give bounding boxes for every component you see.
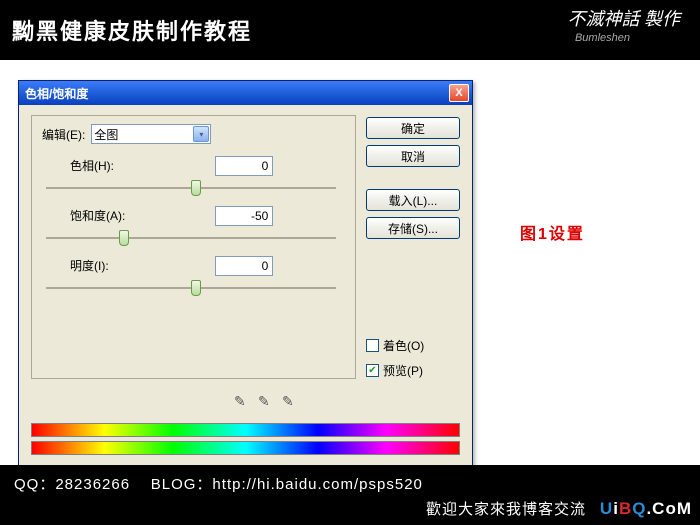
welcome-text: 歡迎大家來我博客交流 — [14, 498, 686, 519]
saturation-input[interactable]: -50 — [215, 206, 273, 226]
saturation-row: 饱和度(A): -50 — [42, 206, 345, 226]
lightness-input[interactable]: 0 — [215, 256, 273, 276]
author-logo: 不滅神話 製作 — [568, 5, 681, 31]
eyedropper-minus-icon[interactable]: ✎ — [282, 393, 298, 413]
close-button[interactable]: X — [449, 84, 469, 102]
hue-saturation-dialog: 色相/饱和度 X 编辑(E): 全图 ▾ 色相(H): 0 饱和度(A): — [18, 80, 473, 472]
chevron-down-icon: ▾ — [193, 126, 209, 142]
gradient-before — [31, 423, 460, 437]
preview-checkbox[interactable]: ✔ — [366, 364, 379, 377]
dialog-titlebar[interactable]: 色相/饱和度 X — [19, 81, 472, 105]
button-column: 确定 取消 载入(L)... 存储(S)... 着色(O) ✔ 预览(P) — [366, 115, 460, 379]
lightness-thumb[interactable] — [191, 280, 201, 296]
hue-label: 色相(H): — [70, 157, 160, 174]
lightness-label: 明度(I): — [70, 257, 160, 274]
dialog-title: 色相/饱和度 — [25, 85, 88, 102]
colorize-row[interactable]: 着色(O) — [366, 337, 460, 354]
lightness-slider[interactable] — [46, 280, 336, 296]
top-banner: 黝黑健康皮肤制作教程 不滅神話 製作 Bumleshen — [0, 0, 700, 60]
bottom-banner: QQ：28236266 BLOG：http://hi.baidu.com/psp… — [0, 465, 700, 525]
author-logo-sub: Bumleshen — [575, 32, 630, 44]
controls-fieldset: 编辑(E): 全图 ▾ 色相(H): 0 饱和度(A): -50 — [31, 115, 356, 379]
edit-label: 编辑(E): — [42, 126, 85, 143]
cancel-button[interactable]: 取消 — [366, 145, 460, 167]
edit-value: 全图 — [94, 126, 118, 143]
hue-thumb[interactable] — [191, 180, 201, 196]
save-button[interactable]: 存储(S)... — [366, 217, 460, 239]
colorize-label: 着色(O) — [383, 337, 424, 354]
load-button[interactable]: 载入(L)... — [366, 189, 460, 211]
gradient-preview — [19, 421, 472, 471]
edit-dropdown[interactable]: 全图 ▾ — [91, 124, 211, 144]
hue-row: 色相(H): 0 — [42, 156, 345, 176]
qq-text: QQ：28236266 — [14, 476, 130, 493]
blog-text: BLOG：http://hi.baidu.com/psps520 — [151, 476, 423, 493]
eyedropper-plus-icon[interactable]: ✎ — [258, 393, 274, 413]
saturation-label: 饱和度(A): — [70, 207, 160, 224]
preview-row[interactable]: ✔ 预览(P) — [366, 362, 460, 379]
saturation-thumb[interactable] — [119, 230, 129, 246]
colorize-checkbox[interactable] — [366, 339, 379, 352]
content-area: 色相/饱和度 X 编辑(E): 全图 ▾ 色相(H): 0 饱和度(A): — [0, 60, 700, 465]
dialog-body: 编辑(E): 全图 ▾ 色相(H): 0 饱和度(A): -50 — [19, 105, 472, 387]
hue-slider[interactable] — [46, 180, 336, 196]
figure-annotation: 图1设置 — [520, 220, 585, 244]
ok-button[interactable]: 确定 — [366, 117, 460, 139]
tutorial-title: 黝黑健康皮肤制作教程 — [12, 14, 252, 46]
gradient-after — [31, 441, 460, 455]
footer-line1: QQ：28236266 BLOG：http://hi.baidu.com/psp… — [14, 473, 686, 494]
eyedropper-icon[interactable]: ✎ — [234, 393, 250, 413]
saturation-slider[interactable] — [46, 230, 336, 246]
edit-row: 编辑(E): 全图 ▾ — [42, 124, 345, 144]
preview-label: 预览(P) — [383, 362, 423, 379]
watermark: UiBQ.CoM — [600, 499, 692, 519]
eyedropper-tools: ✎ ✎ ✎ — [19, 387, 472, 421]
hue-input[interactable]: 0 — [215, 156, 273, 176]
lightness-row: 明度(I): 0 — [42, 256, 345, 276]
